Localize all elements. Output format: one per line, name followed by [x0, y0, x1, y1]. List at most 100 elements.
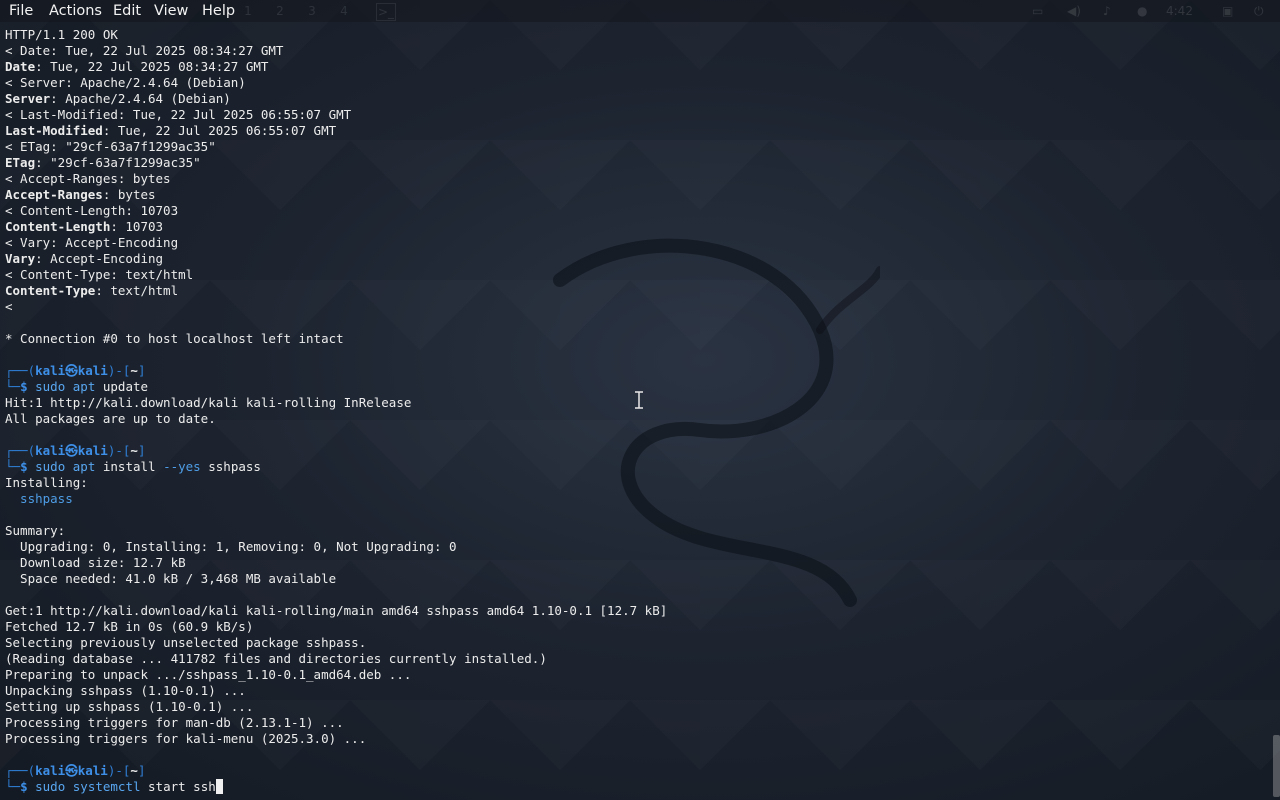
prompt-dollar: $	[20, 779, 36, 794]
terminal-line: Selecting previously unselected package …	[5, 635, 1267, 651]
prompt-frame: ]	[137, 363, 146, 378]
output-text: Get:1 http://kali.download/kali kali-rol…	[5, 603, 668, 618]
terminal-line: Unpacking sshpass (1.10-0.1) ...	[5, 683, 1267, 699]
header-value: : "29cf-63a7f1299ac35"	[35, 155, 201, 170]
bell-icon[interactable]: ♪	[1103, 3, 1111, 19]
terminal-line: Server: Apache/2.4.64 (Debian)	[5, 91, 1267, 107]
terminal-line: ETag: "29cf-63a7f1299ac35"	[5, 155, 1267, 171]
prompt-line: ┌──(kali㉿kali)-[~]	[5, 363, 1267, 379]
prompt-line: ┌──(kali㉿kali)-[~]	[5, 763, 1267, 779]
header-key: Server	[5, 91, 51, 106]
terminal-line: Processing triggers for man-db (2.13.1-1…	[5, 715, 1267, 731]
command-text: update	[95, 379, 149, 394]
output-text: Preparing to unpack .../sshpass_1.10-0.1…	[5, 667, 412, 682]
terminal-line: <	[5, 299, 1267, 315]
volume-icon[interactable]: ◀)	[1067, 3, 1081, 19]
terminal-line: Upgrading: 0, Installing: 1, Removing: 0…	[5, 539, 1267, 555]
workspace-4[interactable]: 4	[337, 3, 351, 19]
menu-view[interactable]: View	[154, 2, 188, 20]
output-text: Download size: 12.7 kB	[5, 555, 186, 570]
terminal-line: All packages are up to date.	[5, 411, 1267, 427]
terminal-line: sshpass	[5, 491, 1267, 507]
menu-edit[interactable]: Edit	[113, 2, 141, 20]
command-keyword: systemctl	[72, 779, 141, 794]
workspace-1[interactable]: 1	[241, 3, 255, 19]
output-text: Space needed: 41.0 kB / 3,468 MB availab…	[5, 571, 337, 586]
network-icon[interactable]: ●	[1137, 3, 1147, 19]
clock[interactable]: 4:42	[1166, 3, 1193, 19]
command-line: └─$ sudo apt install --yes sshpass	[5, 459, 1267, 475]
terminal-line: Fetched 12.7 kB in 0s (60.9 kB/s)	[5, 619, 1267, 635]
output-text: Processing triggers for man-db (2.13.1-1…	[5, 715, 344, 730]
prompt-user: kali	[35, 363, 66, 378]
header-key: Accept-Ranges	[5, 187, 103, 202]
terminal-line: (Reading database ... 411782 files and d…	[5, 651, 1267, 667]
display-icon[interactable]: ▭	[1032, 3, 1043, 19]
prompt-frame: ]	[137, 763, 146, 778]
terminal-line: Preparing to unpack .../sshpass_1.10-0.1…	[5, 667, 1267, 683]
terminal-line: < Content-Length: 10703	[5, 203, 1267, 219]
menu-actions[interactable]: Actions	[49, 2, 102, 20]
prompt-at-icon: ㉿	[65, 363, 78, 378]
terminal-line: Download size: 12.7 kB	[5, 555, 1267, 571]
text-cursor-icon	[635, 391, 643, 409]
header-key: Date	[5, 59, 36, 74]
command-keyword: sudo	[35, 459, 66, 474]
terminal-line: < Last-Modified: Tue, 22 Jul 2025 06:55:…	[5, 107, 1267, 123]
command-text	[65, 459, 73, 474]
header-key: Content-Length	[5, 219, 111, 234]
command-text	[65, 379, 73, 394]
terminal-scrollbar[interactable]	[1273, 735, 1280, 797]
output-text: Hit:1 http://kali.download/kali kali-rol…	[5, 395, 412, 410]
terminal-output[interactable]: HTTP/1.1 200 OK < Date: Tue, 22 Jul 2025 …	[5, 27, 1267, 797]
terminal-line: Content-Type: text/html	[5, 283, 1267, 299]
output-text: < Vary: Accept-Encoding	[5, 235, 179, 250]
terminal-line: Summary:	[5, 523, 1267, 539]
terminal-line: < ETag: "29cf-63a7f1299ac35"	[5, 139, 1267, 155]
prompt-user: kali	[35, 443, 66, 458]
command-line: └─$ sudo systemctl start ssh	[5, 779, 1267, 795]
terminal-icon[interactable]: >_	[376, 3, 396, 21]
menu-help[interactable]: Help	[202, 2, 235, 20]
output-text: Setting up sshpass (1.10-0.1) ...	[5, 699, 254, 714]
terminal-line: < Server: Apache/2.4.64 (Debian)	[5, 75, 1267, 91]
prompt-directory: ~	[130, 363, 138, 378]
command-text: start ssh	[140, 779, 216, 794]
workspace-2[interactable]: 2	[273, 3, 287, 19]
terminal-line: < Vary: Accept-Encoding	[5, 235, 1267, 251]
header-value: : bytes	[102, 187, 156, 202]
header-value: : Apache/2.4.64 (Debian)	[50, 91, 231, 106]
command-text: sshpass	[200, 459, 261, 474]
terminal-line: Vary: Accept-Encoding	[5, 251, 1267, 267]
terminal-line: Processing triggers for kali-menu (2025.…	[5, 731, 1267, 747]
header-value: : 10703	[110, 219, 164, 234]
output-text: Selecting previously unselected package …	[5, 635, 367, 650]
output-text: Installing:	[5, 475, 88, 490]
header-value: : Tue, 22 Jul 2025 08:34:27 GMT	[35, 59, 269, 74]
command-keyword: sudo	[35, 779, 66, 794]
prompt-frame: )-[	[107, 443, 131, 458]
prompt-at-icon: ㉿	[65, 763, 78, 778]
header-key: ETag	[5, 155, 36, 170]
prompt-line: ┌──(kali㉿kali)-[~]	[5, 443, 1267, 459]
terminal-line: Accept-Ranges: bytes	[5, 187, 1267, 203]
output-text: < Date: Tue, 22 Jul 2025 08:34:27 GMT	[5, 43, 284, 58]
lock-icon[interactable]: ▣	[1222, 3, 1233, 19]
command-keyword: sudo	[35, 379, 66, 394]
terminal-line: < Date: Tue, 22 Jul 2025 08:34:27 GMT	[5, 43, 1267, 59]
output-text: All packages are up to date.	[5, 411, 216, 426]
terminal-line: Last-Modified: Tue, 22 Jul 2025 06:55:07…	[5, 123, 1267, 139]
command-keyword: apt	[72, 459, 96, 474]
terminal-line: Content-Length: 10703	[5, 219, 1267, 235]
menu-file[interactable]: File	[9, 2, 33, 20]
prompt-directory: ~	[130, 763, 138, 778]
output-text: Processing triggers for kali-menu (2025.…	[5, 731, 367, 746]
output-text: < Accept-Ranges: bytes	[5, 171, 171, 186]
prompt-dollar: $	[20, 379, 36, 394]
workspace-3[interactable]: 3	[305, 3, 319, 19]
terminal-line: Date: Tue, 22 Jul 2025 08:34:27 GMT	[5, 59, 1267, 75]
power-icon[interactable]: ⏻	[1254, 3, 1264, 19]
